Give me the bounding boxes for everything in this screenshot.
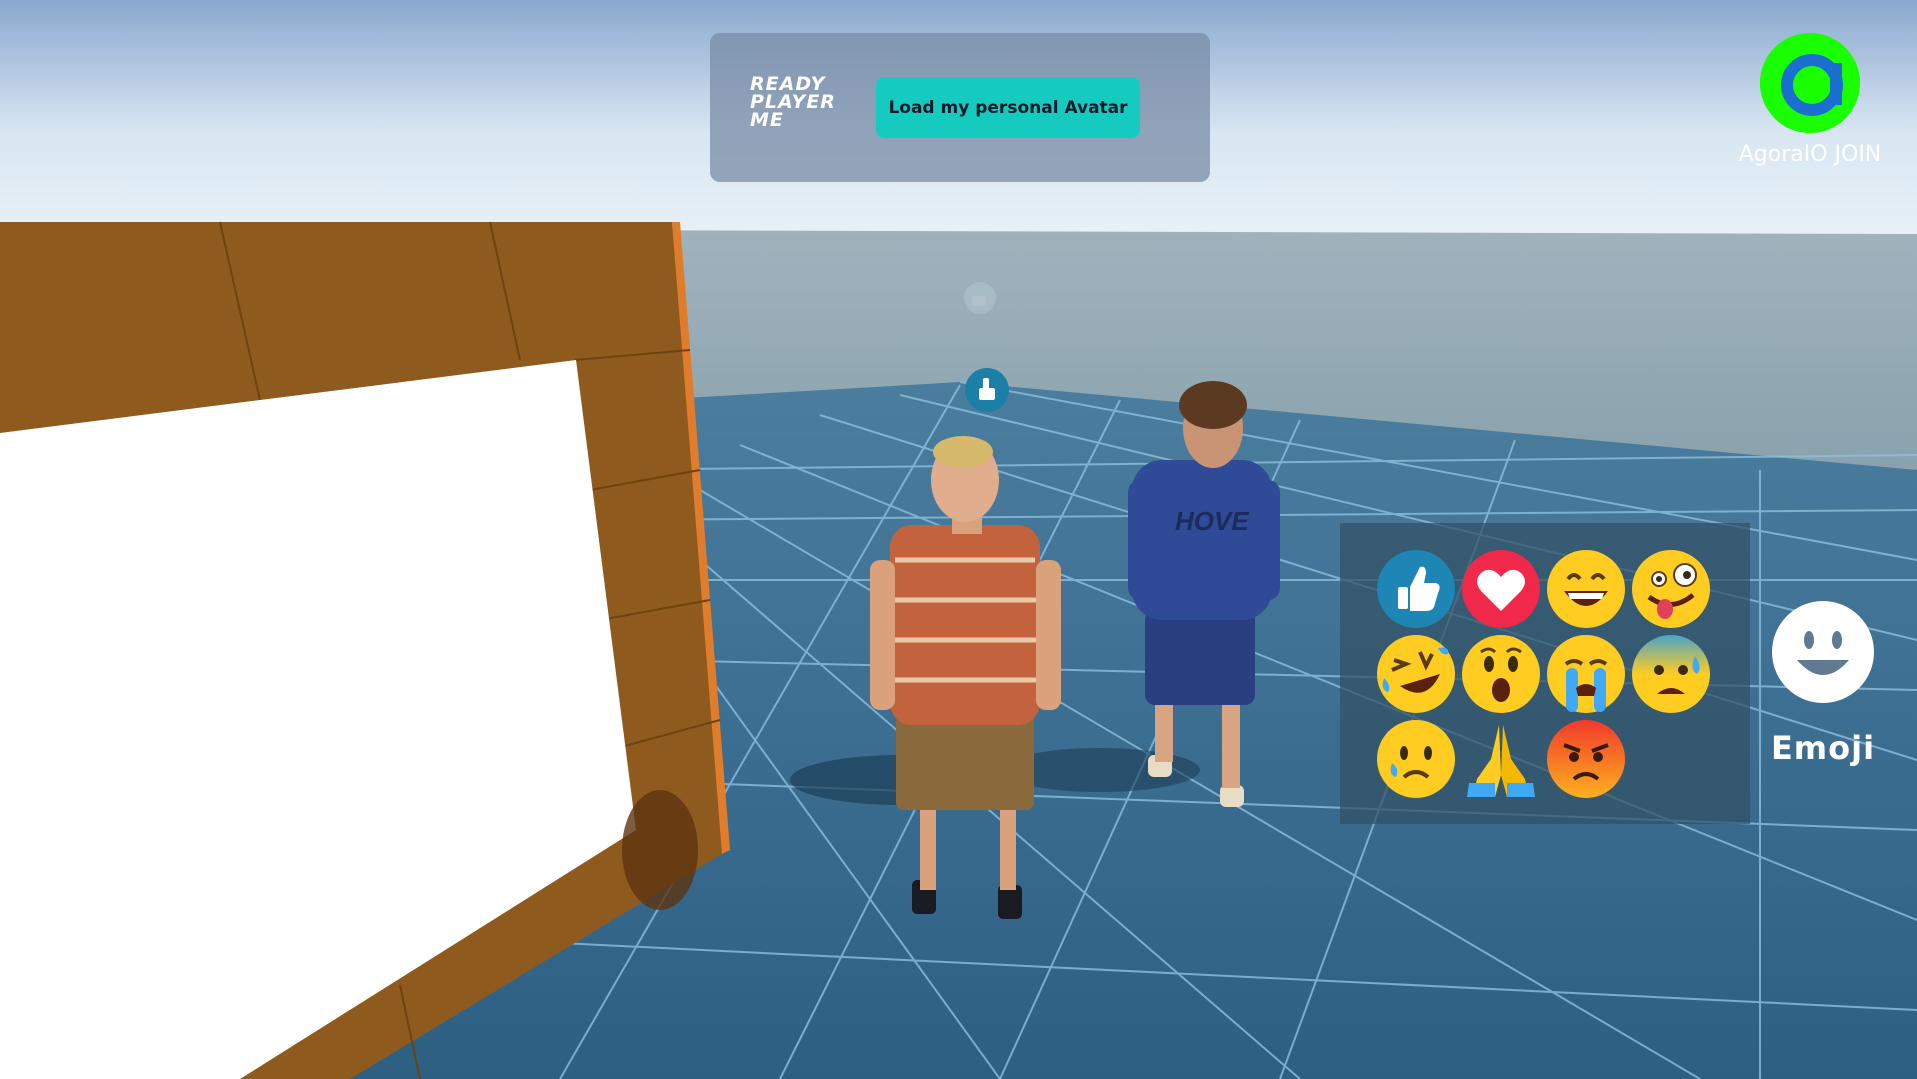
heart-icon[interactable] bbox=[1461, 549, 1541, 629]
thumbs-up-icon[interactable] bbox=[1376, 549, 1456, 629]
angry-face-icon[interactable] bbox=[1546, 719, 1626, 799]
ready-player-me-panel: READY PLAYER ME Load my personal Avatar bbox=[710, 33, 1210, 182]
grinning-face-icon[interactable] bbox=[1546, 549, 1626, 629]
agora-join-button[interactable]: AgoraIO JOIN bbox=[1736, 33, 1884, 167]
smiley-face-icon[interactable] bbox=[1768, 600, 1878, 709]
anxious-sweat-face-icon[interactable] bbox=[1631, 634, 1711, 714]
ready-player-me-logo: READY PLAYER ME bbox=[750, 75, 850, 131]
shadow bbox=[622, 790, 698, 910]
emoji-toggle-label: Emoji bbox=[1770, 729, 1876, 767]
agora-logo-icon[interactable] bbox=[1760, 33, 1860, 133]
zany-face-icon[interactable] bbox=[1631, 549, 1711, 629]
emoji-grid bbox=[1376, 549, 1726, 799]
slightly-frowning-face-icon[interactable] bbox=[1376, 719, 1456, 799]
thumbs-up-icon bbox=[965, 368, 1009, 412]
emoji-panel bbox=[1340, 523, 1750, 824]
rolling-laughing-face-icon[interactable] bbox=[1376, 634, 1456, 714]
folded-hands-icon[interactable] bbox=[1461, 719, 1541, 799]
thumbs-up-icon bbox=[964, 282, 996, 314]
loudly-crying-face-icon[interactable] bbox=[1546, 634, 1626, 714]
load-avatar-button[interactable]: Load my personal Avatar bbox=[876, 77, 1140, 138]
agora-join-label: AgoraIO JOIN bbox=[1738, 142, 1882, 167]
emoji-toggle-button[interactable]: Emoji bbox=[1768, 600, 1878, 770]
astonished-face-icon[interactable] bbox=[1461, 634, 1541, 714]
logo-line-3: ME bbox=[750, 109, 784, 131]
svg-text:HOVE: HOVE bbox=[1175, 506, 1249, 536]
